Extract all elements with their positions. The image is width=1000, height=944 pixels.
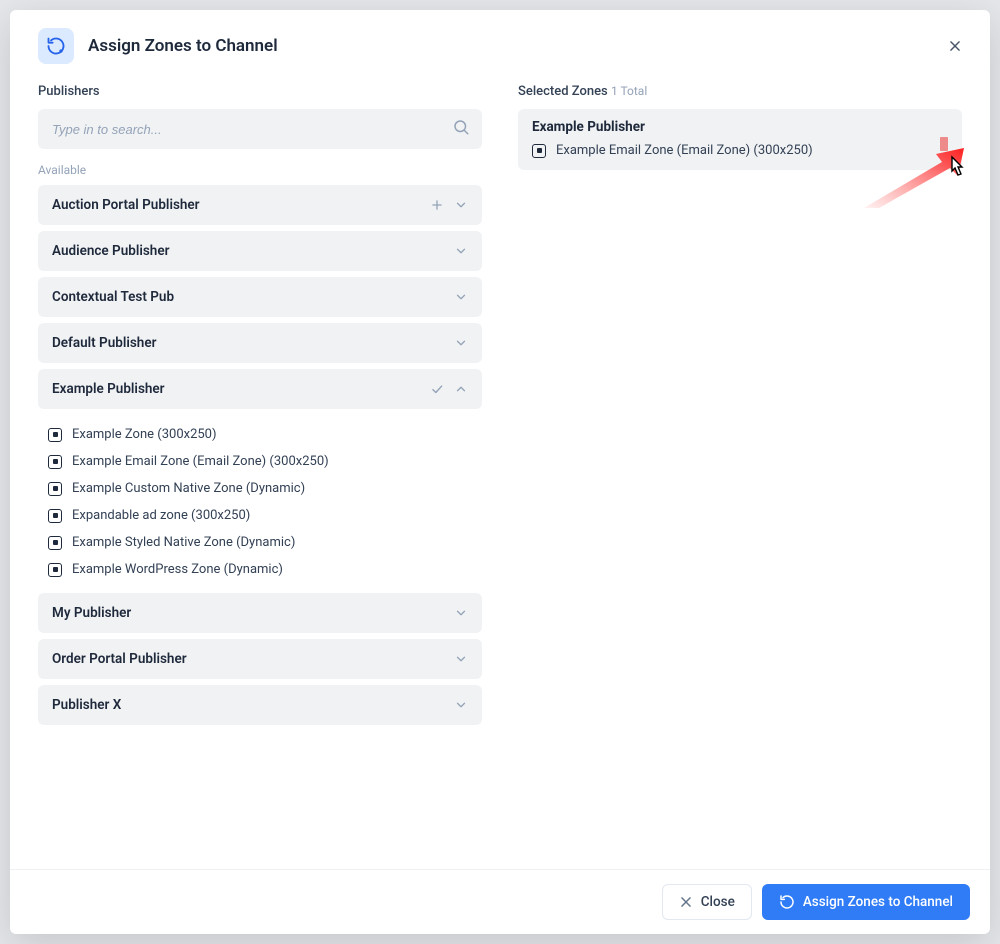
- publisher-row[interactable]: Contextual Test Pub: [38, 277, 482, 317]
- remove-zone-button[interactable]: [940, 137, 948, 151]
- zone-item[interactable]: Example Email Zone (Email Zone) (300x250…: [38, 448, 482, 475]
- row-actions: [454, 698, 468, 712]
- chevron-up-icon: [454, 382, 468, 396]
- zone-label: Example Custom Native Zone (Dynamic): [72, 481, 305, 496]
- zone-icon: [48, 563, 62, 577]
- publishers-column: Publishers Available Auction Portal Publ…: [38, 84, 482, 859]
- publisher-name: Default Publisher: [52, 335, 454, 351]
- close-button-label: Close: [701, 894, 735, 910]
- zone-label: Expandable ad zone (300x250): [72, 508, 250, 523]
- publishers-label: Publishers: [38, 84, 482, 99]
- zone-item[interactable]: Example Custom Native Zone (Dynamic): [38, 475, 482, 502]
- zone-item[interactable]: Expandable ad zone (300x250): [38, 502, 482, 529]
- modal-footer: Close Assign Zones to Channel: [10, 869, 990, 934]
- zone-icon: [48, 482, 62, 496]
- row-actions: [454, 606, 468, 620]
- publisher-row[interactable]: Publisher X: [38, 685, 482, 725]
- chevron-down-icon: [454, 698, 468, 712]
- modal-body: Publishers Available Auction Portal Publ…: [10, 78, 990, 869]
- row-actions: [454, 290, 468, 304]
- selected-zone-label: Example Email Zone (Email Zone) (300x250…: [556, 143, 813, 158]
- zone-icon: [48, 428, 62, 442]
- zone-icon: [48, 509, 62, 523]
- publisher-name: Audience Publisher: [52, 243, 454, 259]
- publisher-row[interactable]: Order Portal Publisher: [38, 639, 482, 679]
- zone-list: Example Zone (300x250) Example Email Zone…: [38, 415, 482, 593]
- zone-label: Example Styled Native Zone (Dynamic): [72, 535, 295, 550]
- publisher-row[interactable]: My Publisher: [38, 593, 482, 633]
- zone-item[interactable]: Example Styled Native Zone (Dynamic): [38, 529, 482, 556]
- row-actions: [430, 382, 468, 396]
- selected-label: Selected Zones 1 Total: [518, 84, 962, 99]
- zone-icon: [532, 144, 546, 158]
- zone-icon: [48, 455, 62, 469]
- selected-total: 1 Total: [611, 84, 647, 98]
- row-actions: [430, 198, 468, 212]
- selected-publisher-name: Example Publisher: [532, 119, 948, 135]
- selected-column: Selected Zones 1 Total Example Publisher…: [518, 84, 962, 859]
- publisher-name: Contextual Test Pub: [52, 289, 454, 305]
- chevron-down-icon: [454, 336, 468, 350]
- search-input[interactable]: [38, 109, 482, 149]
- publisher-name: Publisher X: [52, 697, 454, 713]
- chevron-down-icon: [454, 290, 468, 304]
- row-actions: [454, 652, 468, 666]
- selected-label-text: Selected Zones: [518, 84, 608, 99]
- search-icon: [452, 118, 470, 140]
- zone-label: Example Email Zone (Email Zone) (300x250…: [72, 454, 329, 469]
- chevron-down-icon: [454, 198, 468, 212]
- selected-list: Example Publisher Example Email Zone (Ema…: [518, 109, 962, 170]
- plus-icon[interactable]: [430, 198, 444, 212]
- chevron-down-icon: [454, 244, 468, 258]
- check-icon: [430, 382, 444, 396]
- assign-button-label: Assign Zones to Channel: [803, 894, 953, 910]
- assign-icon: [38, 28, 74, 64]
- selected-zone-row[interactable]: Example Email Zone (Email Zone) (300x250…: [532, 143, 948, 158]
- row-actions: [454, 336, 468, 350]
- publisher-row[interactable]: Default Publisher: [38, 323, 482, 363]
- zone-icon: [48, 536, 62, 550]
- publisher-name: Order Portal Publisher: [52, 651, 454, 667]
- zone-item[interactable]: Example WordPress Zone (Dynamic): [38, 556, 482, 583]
- modal-header: Assign Zones to Channel: [10, 10, 990, 78]
- close-x-icon: [679, 895, 693, 909]
- publisher-row[interactable]: Example Publisher: [38, 369, 482, 409]
- assign-button[interactable]: Assign Zones to Channel: [762, 884, 970, 920]
- zone-item[interactable]: Example Zone (300x250): [38, 421, 482, 448]
- assign-button-icon: [779, 894, 795, 910]
- chevron-down-icon: [454, 606, 468, 620]
- close-icon[interactable]: [940, 31, 970, 61]
- available-label: Available: [38, 163, 482, 177]
- modal-title: Assign Zones to Channel: [88, 36, 940, 56]
- search-wrap: [38, 109, 482, 149]
- publisher-name: My Publisher: [52, 605, 454, 621]
- chevron-down-icon: [454, 652, 468, 666]
- publisher-list: Auction Portal Publisher Audience Publish…: [38, 185, 482, 725]
- selected-group: Example Publisher Example Email Zone (Ema…: [518, 109, 962, 170]
- assign-zones-modal: Assign Zones to Channel Publishers Avail…: [10, 10, 990, 934]
- publisher-row[interactable]: Audience Publisher: [38, 231, 482, 271]
- publisher-row[interactable]: Auction Portal Publisher: [38, 185, 482, 225]
- zone-label: Example Zone (300x250): [72, 427, 217, 442]
- close-button[interactable]: Close: [662, 884, 752, 920]
- publisher-name: Auction Portal Publisher: [52, 197, 430, 213]
- zone-label: Example WordPress Zone (Dynamic): [72, 562, 283, 577]
- publisher-name: Example Publisher: [52, 381, 430, 397]
- row-actions: [454, 244, 468, 258]
